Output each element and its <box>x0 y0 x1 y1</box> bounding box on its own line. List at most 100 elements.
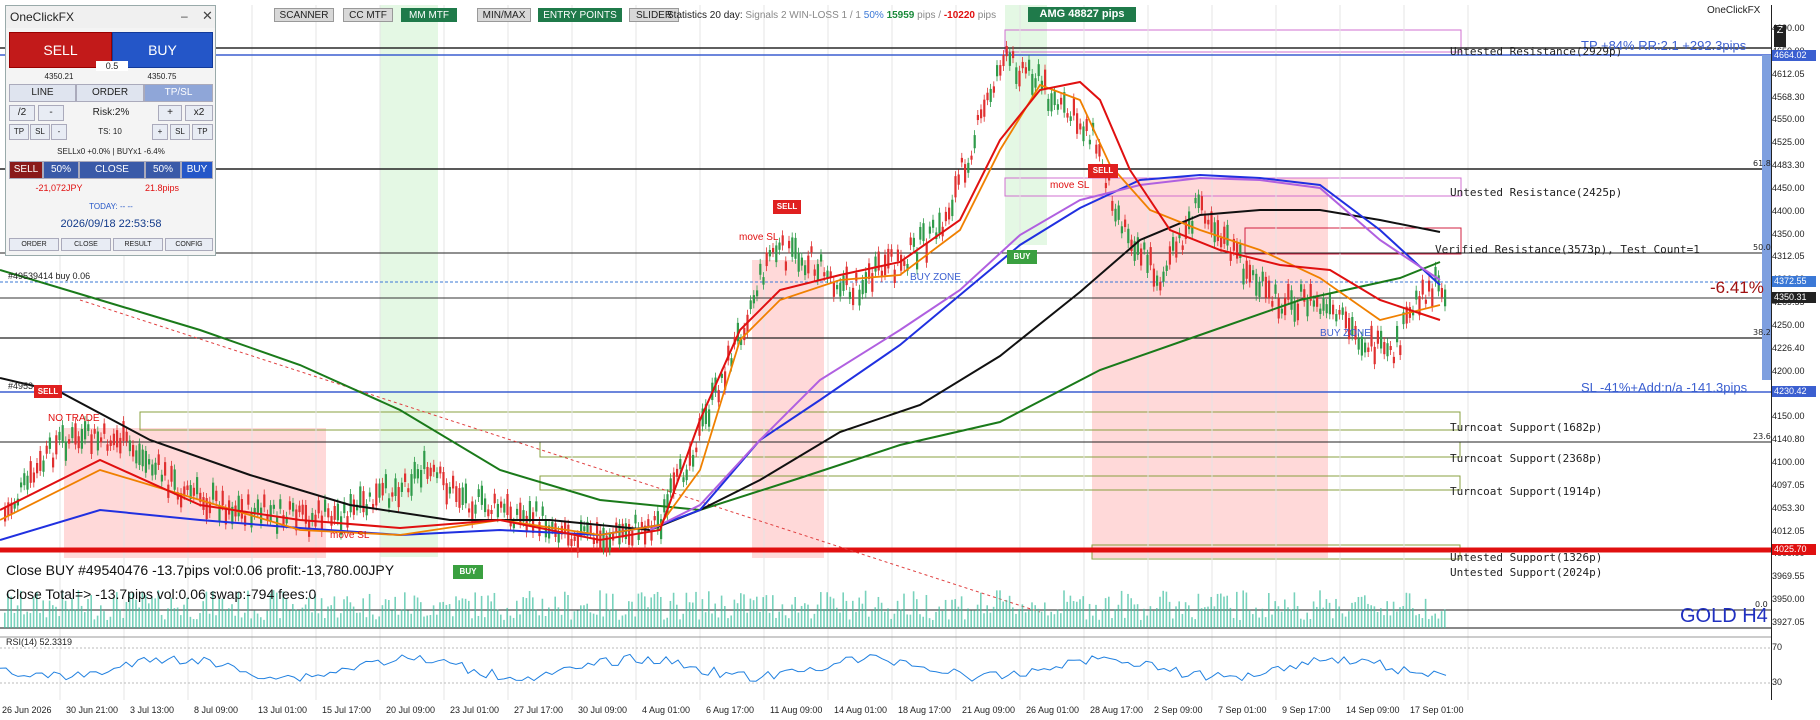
volume-bar <box>295 609 297 628</box>
double-lot-button[interactable]: x2 <box>185 105 213 121</box>
brand-label: OneClickFX <box>1707 5 1761 16</box>
minimize-icon[interactable]: – <box>181 9 188 23</box>
footer-close-button[interactable]: CLOSE <box>61 238 111 251</box>
candle-body <box>797 252 800 272</box>
entry-points-button[interactable]: ENTRY POINTS <box>538 8 622 22</box>
volume-bar <box>522 597 524 628</box>
tp-button[interactable]: TP <box>9 124 29 140</box>
volume-bar <box>1367 603 1369 628</box>
min-max-button[interactable]: MIN/MAX <box>477 8 531 22</box>
ts-minus-button[interactable]: - <box>51 124 67 140</box>
candle-body <box>112 433 115 446</box>
tab-order[interactable]: ORDER <box>76 84 144 102</box>
volume-bar <box>298 610 300 628</box>
close-all-button[interactable]: CLOSE <box>79 161 145 179</box>
tab-line[interactable]: LINE <box>9 84 76 102</box>
candle-body <box>938 212 941 234</box>
candle-body <box>1293 301 1296 322</box>
candle-body <box>1152 268 1155 287</box>
candle-body <box>1396 325 1399 343</box>
volume-bar <box>285 598 288 628</box>
volume-bar <box>695 591 697 628</box>
volume-bar <box>685 592 688 628</box>
volume-bar <box>740 593 742 628</box>
footer-config-button[interactable]: CONFIG <box>165 238 213 251</box>
footer-result-button[interactable]: RESULT <box>113 238 163 251</box>
price-tick: 4250.00 <box>1772 320 1805 330</box>
candle-body <box>778 242 781 250</box>
candle-body <box>1383 342 1386 355</box>
volume-bar <box>999 590 1001 628</box>
volume-bar <box>532 597 534 628</box>
volume-bar <box>736 603 739 628</box>
volume-bar <box>912 591 915 628</box>
volume-bar <box>1021 604 1024 628</box>
candle-body <box>1290 290 1293 310</box>
candle-body <box>407 488 410 493</box>
increase-risk-button[interactable]: + <box>158 105 182 121</box>
candle-body <box>919 226 922 240</box>
statistics-summary: Statistics 20 day: Signals 2 WIN-LOSS 1 … <box>667 10 996 21</box>
volume-bar <box>164 619 166 628</box>
volume-bar <box>1274 601 1276 628</box>
mm-mtf-button[interactable]: MM MTF <box>401 8 457 22</box>
volume-bar <box>983 613 985 628</box>
volume-bar <box>823 608 825 628</box>
sl-button[interactable]: SL <box>30 124 50 140</box>
volume-bar <box>1165 591 1168 628</box>
sell-all-button[interactable]: SELL <box>9 161 43 179</box>
candle-body <box>685 469 688 481</box>
volume-bar <box>493 592 496 628</box>
buy-half-button[interactable]: 50% <box>145 161 181 179</box>
volume-bar <box>160 614 163 628</box>
candle-body <box>964 164 967 183</box>
close-icon[interactable]: ✕ <box>202 8 213 24</box>
buy-all-button[interactable]: BUY <box>181 161 213 179</box>
candle-body <box>1389 345 1392 351</box>
volume-bar <box>176 607 179 628</box>
volume-bar <box>660 596 662 628</box>
candle-body <box>890 249 893 257</box>
candle-body <box>1226 224 1229 246</box>
scanner-button[interactable]: SCANNER <box>274 8 334 22</box>
candle-body <box>151 464 154 476</box>
tp-right-button[interactable]: TP <box>192 124 213 140</box>
price-chart[interactable] <box>0 0 1820 720</box>
volume-bar <box>333 596 336 628</box>
cc-mtf-button[interactable]: CC MTF <box>343 8 393 22</box>
candle-body <box>759 263 762 275</box>
halve-lot-button[interactable]: /2 <box>9 105 35 121</box>
ts-plus-button[interactable]: + <box>152 124 168 140</box>
volume-bar <box>1175 606 1177 628</box>
candle-body <box>384 474 387 489</box>
volume-bar <box>576 610 579 628</box>
candle-body <box>461 487 464 505</box>
volume-bar <box>839 612 841 628</box>
volume-bar <box>970 610 972 628</box>
volume-bar <box>1200 608 1203 628</box>
candle-body <box>1322 297 1325 311</box>
volume-bar <box>384 599 387 628</box>
volume-bar <box>1111 618 1113 628</box>
volume-bar <box>1066 601 1068 628</box>
volume-bar <box>935 611 937 628</box>
footer-order-button[interactable]: ORDER <box>9 238 59 251</box>
sell-half-button[interactable]: 50% <box>43 161 79 179</box>
candle-body <box>58 431 61 441</box>
fib-000: 0.0 <box>1755 600 1768 609</box>
candle-body <box>1047 98 1050 111</box>
volume-bar <box>480 595 483 628</box>
candle-body <box>925 243 928 263</box>
stats-signals: Signals 2 <box>745 10 787 21</box>
volume-bar <box>1335 598 1337 628</box>
volume-bar <box>845 600 848 628</box>
volume-bar <box>365 617 368 628</box>
candle-body <box>1072 98 1075 116</box>
decrease-risk-button[interactable]: - <box>38 105 64 121</box>
sl-right-button[interactable]: SL <box>170 124 190 140</box>
volume-bar <box>352 606 355 628</box>
candle-body <box>973 135 976 149</box>
candle-body <box>922 223 925 242</box>
untested-resistance-1: Untested Resistance(2929p) <box>1450 45 1623 58</box>
tab-tp-sl[interactable]: TP/SL <box>144 84 213 102</box>
